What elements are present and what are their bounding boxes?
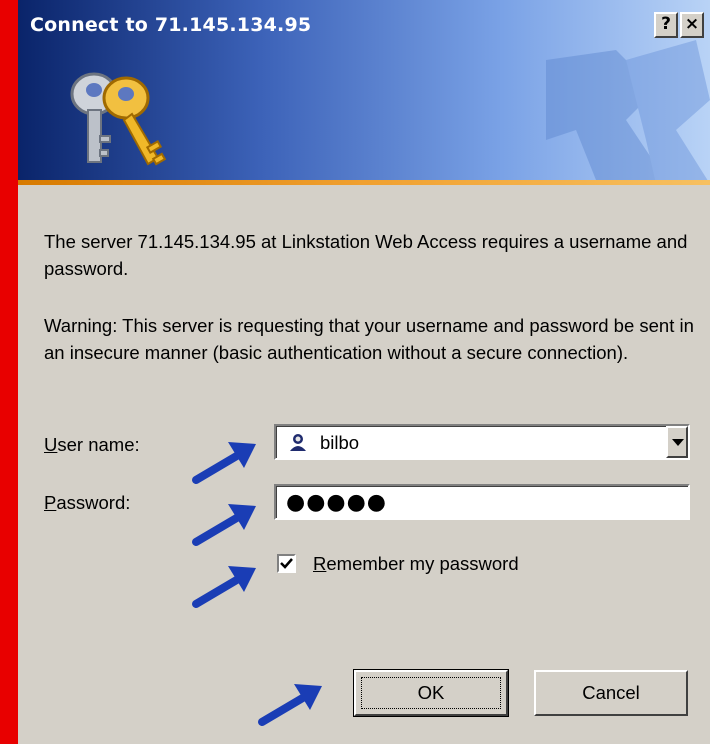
username-label: User name: [44, 434, 140, 455]
close-button[interactable]: × [680, 12, 704, 38]
username-combobox[interactable]: bilbo [274, 424, 690, 460]
password-label: Password: [44, 492, 131, 513]
password-value: ●●●●● [286, 490, 387, 515]
username-dropdown-button[interactable] [666, 426, 688, 458]
username-value: bilbo [320, 432, 360, 453]
dialog-title: Connect to 71.145.134.95 [30, 14, 312, 36]
keys-watermark-icon [546, 40, 710, 184]
remember-password-checkbox[interactable] [277, 554, 296, 573]
user-icon [290, 434, 306, 451]
arrow-pointer-icon [192, 504, 256, 546]
warning-message: Warning: This server is requesting that … [44, 315, 694, 363]
help-button[interactable]: ? [654, 12, 678, 38]
ok-button[interactable]: OK [353, 669, 509, 717]
cancel-button[interactable]: Cancel [534, 670, 688, 716]
keys-icon [70, 72, 167, 166]
server-message: The server 71.145.134.95 at Linkstation … [44, 231, 688, 279]
login-dialog: Connect to 71.145.134.95 ? × The server … [18, 0, 710, 744]
arrow-pointer-icon [258, 684, 322, 726]
checkmark-icon [280, 558, 293, 569]
arrow-pointer-icon [192, 442, 256, 484]
password-field[interactable]: ●●●●● [274, 484, 690, 520]
dropdown-arrow-icon [672, 439, 684, 446]
banner-divider [18, 180, 710, 185]
remember-password-label[interactable]: Remember my password [313, 553, 519, 575]
arrow-pointer-icon [192, 566, 256, 608]
